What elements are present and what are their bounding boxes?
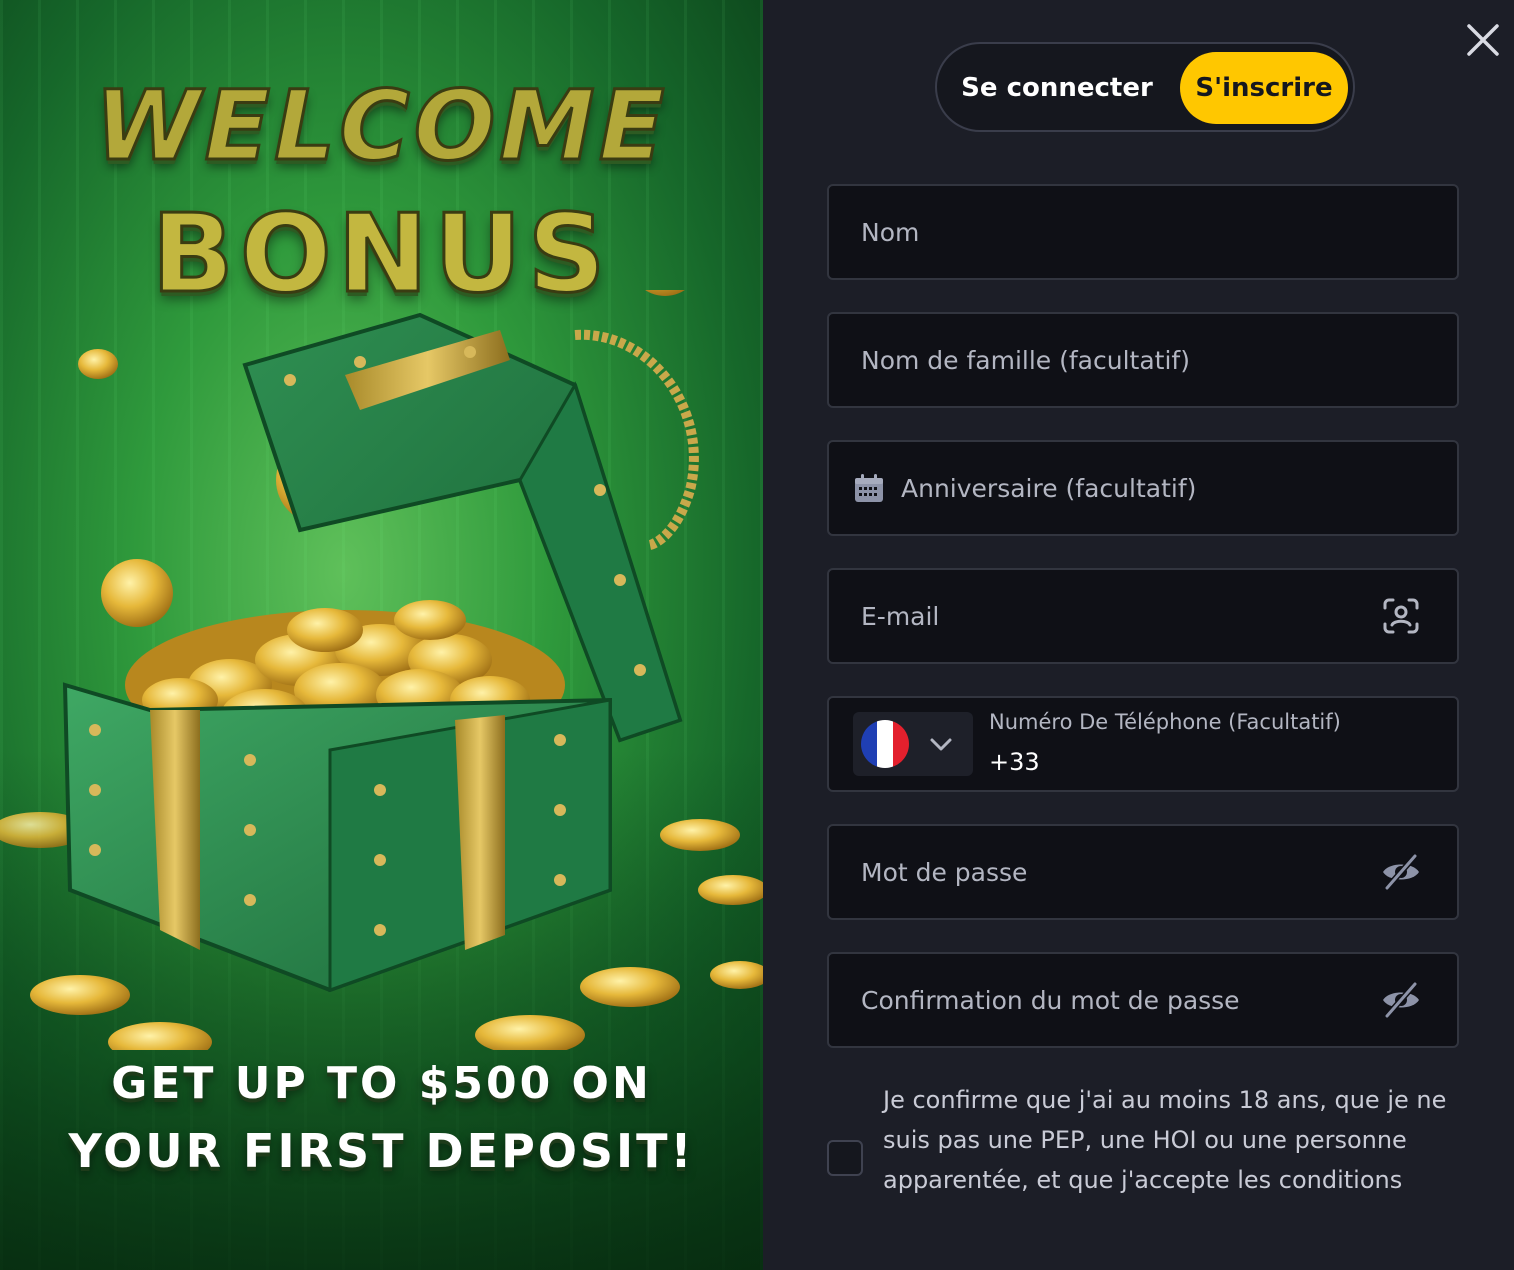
birthday-placeholder: Anniversaire (facultatif) <box>901 473 1197 503</box>
registration-form-panel: Se connecter S'inscrire Nom Nom de famil… <box>763 0 1514 1270</box>
country-code-select[interactable] <box>853 712 973 776</box>
auth-tabs: Se connecter S'inscrire <box>935 42 1355 132</box>
france-flag-icon <box>861 720 909 768</box>
consent-checkbox[interactable] <box>827 1140 863 1176</box>
tab-login[interactable]: Se connecter <box>947 52 1167 124</box>
first-name-placeholder: Nom <box>861 217 920 247</box>
promo-offer-line-2: YOUR FIRST DEPOSIT! <box>68 1124 695 1178</box>
last-name-placeholder: Nom de famille (facultatif) <box>861 345 1190 375</box>
password-confirm-placeholder: Confirmation du mot de passe <box>861 985 1240 1015</box>
birthday-field[interactable]: Anniversaire (facultatif) <box>827 440 1459 536</box>
chevron-down-icon <box>930 738 952 751</box>
user-scan-icon[interactable] <box>1381 596 1421 636</box>
close-icon[interactable] <box>1465 22 1501 58</box>
promo-panel: WELCOME BONUS GET UP TO $500 ON YOUR FIR… <box>0 0 763 1270</box>
calendar-icon <box>855 474 883 502</box>
phone-label: Numéro De Téléphone (Facultatif) <box>989 710 1341 734</box>
last-name-field[interactable]: Nom de famille (facultatif) <box>827 312 1459 408</box>
eye-off-icon[interactable] <box>1381 980 1421 1020</box>
password-confirm-field[interactable]: Confirmation du mot de passe <box>827 952 1459 1048</box>
email-placeholder: E-mail <box>861 601 940 631</box>
treasure-chest-illustration <box>0 290 763 1050</box>
first-name-field[interactable]: Nom <box>827 184 1459 280</box>
promo-headline-welcome: WELCOME <box>93 69 669 184</box>
promo-offer-line-1: GET UP TO $500 ON <box>111 1058 652 1109</box>
phone-country-code[interactable]: +33 <box>989 748 1040 776</box>
eye-off-icon[interactable] <box>1381 852 1421 892</box>
registration-modal: WELCOME BONUS GET UP TO $500 ON YOUR FIR… <box>0 0 1514 1270</box>
phone-field[interactable]: Numéro De Téléphone (Facultatif) +33 <box>827 696 1459 792</box>
tab-signup[interactable]: S'inscrire <box>1180 52 1348 124</box>
email-field[interactable]: E-mail <box>827 568 1459 664</box>
consent-text: Je confirme que j'ai au moins 18 ans, qu… <box>883 1086 1447 1194</box>
password-field[interactable]: Mot de passe <box>827 824 1459 920</box>
password-placeholder: Mot de passe <box>861 857 1028 887</box>
